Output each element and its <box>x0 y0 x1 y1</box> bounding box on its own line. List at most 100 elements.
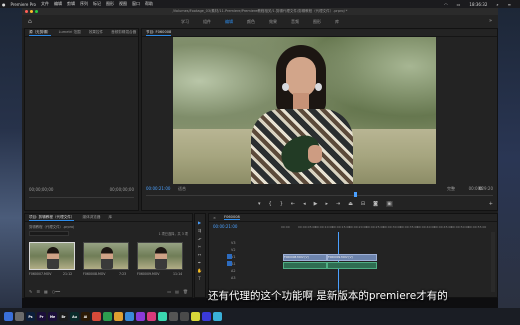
dock-app-icon[interactable] <box>92 312 101 321</box>
type-tool-icon[interactable]: T <box>197 276 202 281</box>
timeline-clip-audio[interactable] <box>283 262 327 269</box>
timeline-clip-video[interactable]: F060008.MOV [V] <box>283 254 327 261</box>
tab-project[interactable]: 项目: 剪辑教程（代理文件） <box>29 215 75 221</box>
razor-tool-icon[interactable]: ✂ <box>197 244 202 249</box>
mark-in-icon[interactable]: { <box>269 201 272 207</box>
play-icon[interactable]: ▶ <box>314 201 318 207</box>
home-icon[interactable]: ⌂ <box>28 18 32 25</box>
add-button-icon[interactable]: + <box>489 201 493 207</box>
dock-app-icon[interactable]: Ps <box>26 312 35 321</box>
tab-source[interactable]: 源（无剪辑） <box>29 30 51 36</box>
workspace-editing[interactable]: 编辑 <box>225 19 233 25</box>
zoom-slider[interactable]: ○━━ <box>52 289 60 294</box>
track-label-a3[interactable]: A3 <box>231 275 235 282</box>
dock-app-icon[interactable] <box>125 312 134 321</box>
new-bin-icon[interactable]: ▭ <box>167 289 171 294</box>
project-thumbnail[interactable] <box>29 242 75 270</box>
dock-app-icon[interactable] <box>169 312 178 321</box>
menu-item-file[interactable]: 文件 <box>41 1 49 7</box>
source-patch-v1[interactable] <box>227 254 232 259</box>
menu-item-marker[interactable]: 标记 <box>93 1 101 7</box>
track-label-a2[interactable]: A2 <box>231 268 235 275</box>
menu-item-sequence[interactable]: 序列 <box>80 1 88 7</box>
step-forward-icon[interactable]: ▸ <box>325 201 328 207</box>
tab-media-browser[interactable]: 媒体浏览器 <box>82 215 100 220</box>
dock-app-icon[interactable] <box>180 312 189 321</box>
workspace-graphics[interactable]: 图形 <box>313 19 321 25</box>
timeline-clip-video[interactable]: F060009.MOV [V] <box>327 254 377 261</box>
lift-icon[interactable]: ⏏ <box>348 201 353 207</box>
export-frame-icon[interactable]: ◙ <box>373 201 378 207</box>
track-label-v3[interactable]: V3 <box>231 240 235 247</box>
tab-lumetri-scopes[interactable]: Lumetri 范围 <box>59 30 81 35</box>
dock-app-icon[interactable] <box>191 312 200 321</box>
hand-tool-icon[interactable]: ✋ <box>197 268 202 273</box>
dock-app-icon[interactable]: Me <box>48 312 57 321</box>
dock-app-icon[interactable]: Pr <box>37 312 46 321</box>
go-to-out-icon[interactable]: ⇥ <box>336 201 340 207</box>
ripple-edit-tool-icon[interactable]: ⟛ <box>197 236 202 241</box>
menu-item-edit[interactable]: 编辑 <box>54 1 62 7</box>
dock-app-icon[interactable]: Ai <box>81 312 90 321</box>
menu-list-icon[interactable]: ≡ <box>508 2 511 7</box>
apple-icon[interactable]: ● <box>2 2 6 7</box>
close-sequence-icon[interactable]: × <box>213 216 216 220</box>
slip-tool-icon[interactable]: ↔ <box>197 252 202 257</box>
timeline-ruler[interactable]: 00:00 00:00:05:00 00:00:10:00 00:00:15:0… <box>281 225 487 233</box>
dock-app-icon[interactable] <box>103 312 112 321</box>
source-patch-a1[interactable] <box>227 261 232 266</box>
wifi-icon[interactable]: ◠ <box>444 2 448 7</box>
menu-item-clip[interactable]: 剪辑 <box>67 1 75 7</box>
dock-app-icon[interactable] <box>202 312 211 321</box>
workspace-color[interactable]: 颜色 <box>247 19 255 25</box>
timeline-clip-audio[interactable] <box>327 262 377 269</box>
tab-sequence[interactable]: F060008 <box>224 215 240 220</box>
workspace-effects[interactable]: 效果 <box>269 19 277 25</box>
icon-view-icon[interactable]: ▦ <box>44 289 48 294</box>
mark-out-icon[interactable]: } <box>280 201 283 207</box>
dock-app-icon[interactable]: Au <box>70 312 79 321</box>
workspace-learn[interactable]: 学习 <box>181 19 189 25</box>
program-playhead[interactable] <box>354 192 357 197</box>
tab-effect-controls[interactable]: 效果控件 <box>89 30 103 35</box>
program-timecode-current[interactable]: 00:00:21:00 <box>146 186 170 191</box>
workspace-audio[interactable]: 音频 <box>291 19 299 25</box>
menu-item-window[interactable]: 窗口 <box>132 1 140 7</box>
timeline-timecode[interactable]: 00:00:21:00 <box>213 224 237 229</box>
new-item-icon[interactable]: ▤ <box>175 289 179 294</box>
dock-app-icon[interactable] <box>4 312 13 321</box>
clock[interactable]: 18:36:32 <box>469 2 487 7</box>
menu-item-view[interactable]: 视图 <box>119 1 127 7</box>
tab-libraries[interactable]: 库 <box>108 215 112 220</box>
workspace-libraries[interactable]: 库 <box>335 19 339 25</box>
extract-icon[interactable]: ⊟ <box>361 201 365 207</box>
trash-icon[interactable]: 🗑 <box>183 289 188 294</box>
menu-item-help[interactable]: 帮助 <box>145 1 153 7</box>
selection-tool-icon[interactable]: ▶ <box>197 220 202 225</box>
add-marker-icon[interactable]: ▾ <box>258 201 261 207</box>
program-scrub-bar[interactable] <box>146 195 493 196</box>
toggle-proxies-icon[interactable]: ▣ <box>385 201 393 207</box>
project-search-input[interactable] <box>29 231 69 236</box>
menu-item-graphics[interactable]: 图形 <box>106 1 114 7</box>
track-label-v2[interactable]: V2 <box>231 247 235 254</box>
go-to-in-icon[interactable]: ⇤ <box>291 201 295 207</box>
project-thumbnail[interactable] <box>137 242 183 270</box>
settings-wrench-icon[interactable]: ⚙ <box>479 186 483 192</box>
workspace-assembly[interactable]: 组件 <box>203 19 211 25</box>
close-window-button[interactable] <box>25 10 28 13</box>
dock-app-icon[interactable] <box>147 312 156 321</box>
battery-icon[interactable]: ▭ <box>457 2 461 7</box>
tab-program[interactable]: 节目: F060008 <box>146 30 172 36</box>
dock-app-icon[interactable] <box>158 312 167 321</box>
step-back-icon[interactable]: ◂ <box>303 201 306 207</box>
quality-dropdown[interactable]: 完整 <box>447 186 455 192</box>
dock-app-icon[interactable] <box>136 312 145 321</box>
source-scrub-bar[interactable] <box>29 197 134 198</box>
minimize-window-button[interactable] <box>30 10 33 13</box>
pen-tool-icon[interactable]: ✒ <box>197 260 202 265</box>
source-timecode-current[interactable]: 00;00;00;00 <box>29 187 53 192</box>
list-view-icon[interactable]: ☰ <box>36 289 40 294</box>
app-menu[interactable]: Premiere Pro <box>11 2 36 7</box>
tab-audio-clip-mixer[interactable]: 音频剪辑混合器 <box>111 30 136 35</box>
